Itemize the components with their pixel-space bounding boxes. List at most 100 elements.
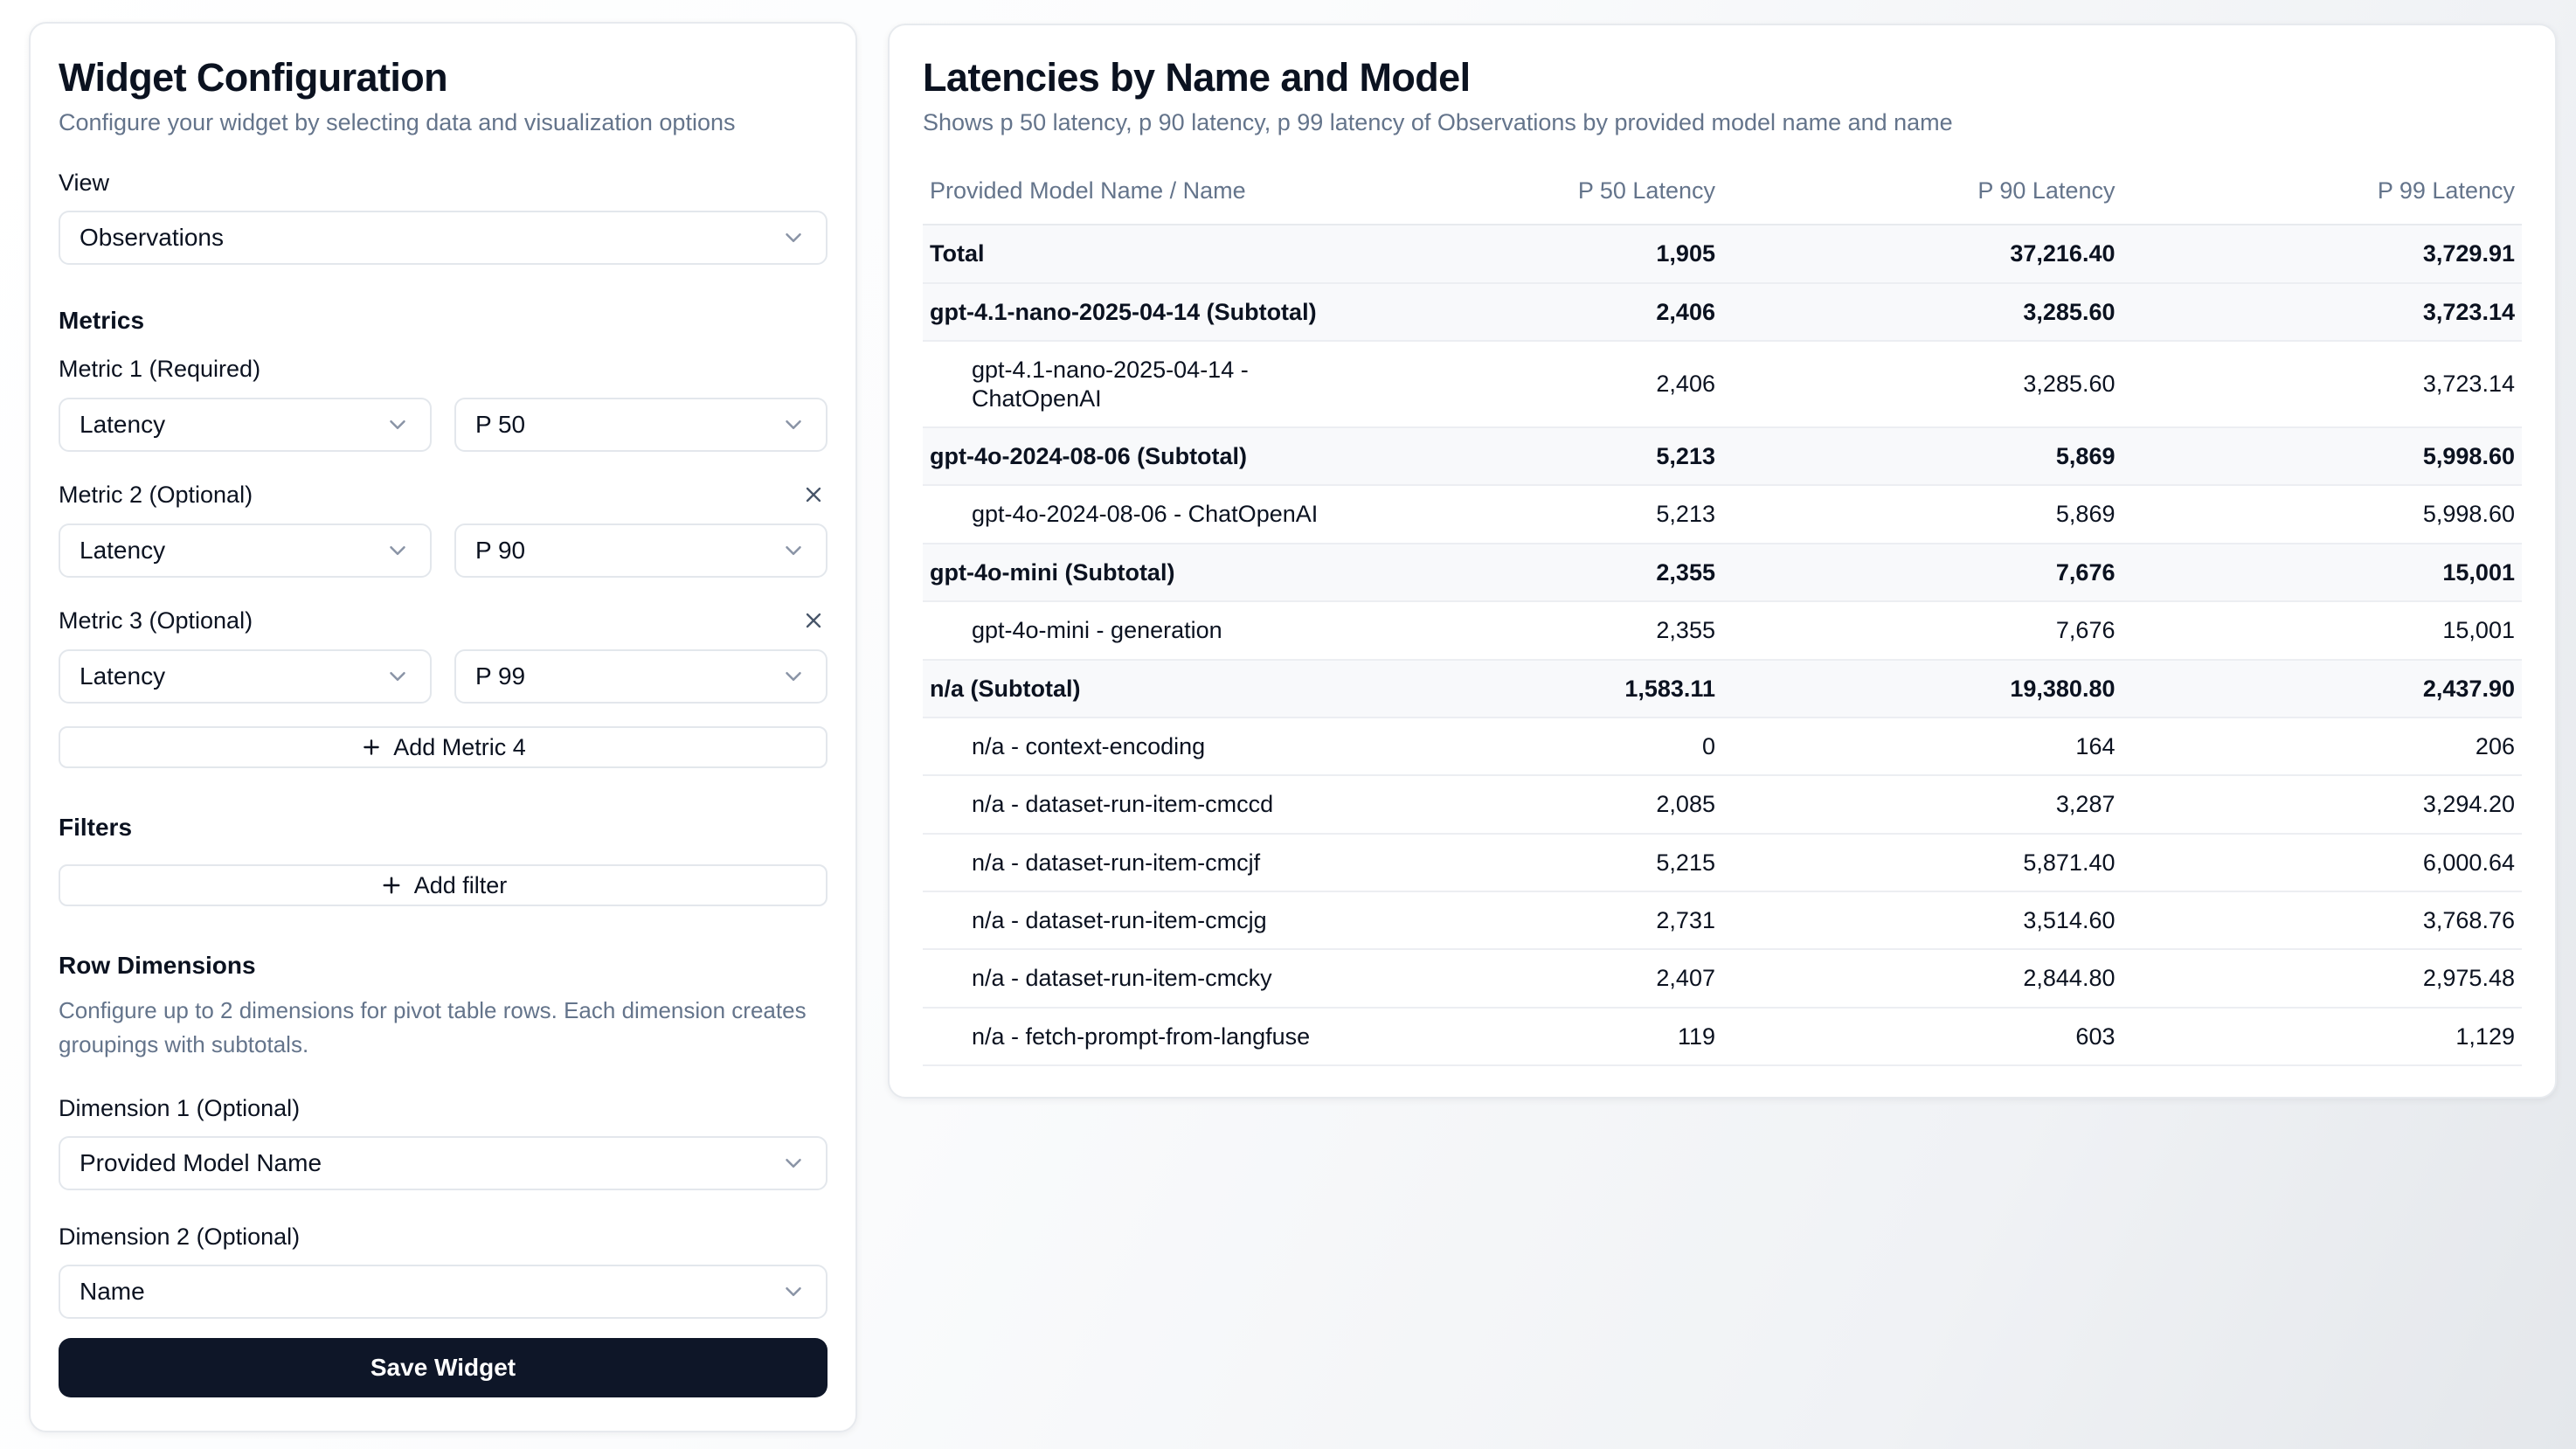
p90-latency-cell: 5,871.40 — [1722, 835, 2122, 891]
row-name-cell: n/a - fetch-prompt-from-langfuse — [923, 1009, 1418, 1064]
metric-label: Metric 1 (Required) — [59, 356, 260, 383]
p99-latency-cell: 3,723.14 — [2122, 284, 2522, 340]
row-name-cell: gpt-4o-mini - generation — [923, 602, 1418, 658]
p90-latency-cell: 5,869 — [1722, 486, 2122, 542]
table-row: n/a - dataset-run-item-cmcjg 2,731 3,514… — [923, 892, 2522, 950]
dimension2-select[interactable]: Name — [59, 1265, 828, 1319]
p50-latency-cell: 2,355 — [1418, 602, 1722, 658]
remove-metric-button[interactable] — [800, 607, 828, 634]
p99-latency-cell: 5,998.60 — [2122, 428, 2522, 484]
p99-latency-cell: 2,975.48 — [2122, 950, 2522, 1006]
metric-block: Metric 1 (Required) Latency P 50 — [59, 354, 828, 452]
chevron-down-icon — [780, 225, 807, 251]
metric-measure-select[interactable]: Latency — [59, 398, 432, 452]
p50-latency-cell: 2,406 — [1418, 356, 1722, 412]
view-select[interactable]: Observations — [59, 211, 828, 265]
p90-latency-cell: 5,869 — [1722, 428, 2122, 484]
table-row: n/a - dataset-run-item-cmcky 2,407 2,844… — [923, 950, 2522, 1008]
column-header: P 90 Latency — [1722, 177, 2122, 205]
column-header: P 99 Latency — [2122, 177, 2522, 205]
metric-measure-value: Latency — [80, 411, 165, 439]
table-row: gpt-4o-2024-08-06 - ChatOpenAI 5,213 5,8… — [923, 486, 2522, 544]
p99-latency-cell: 3,294.20 — [2122, 776, 2522, 832]
p50-latency-cell: 1,583.11 — [1418, 661, 1722, 717]
table-row: gpt-4.1-nano-2025-04-14 - ChatOpenAI 2,4… — [923, 342, 2522, 428]
chevron-down-icon — [780, 663, 807, 690]
row-dimensions-description: Configure up to 2 dimensions for pivot t… — [59, 994, 810, 1062]
table-header-row: Provided Model Name / Name P 50 Latency … — [923, 163, 2522, 225]
p50-latency-cell: 1,905 — [1418, 225, 1722, 281]
chevron-down-icon — [780, 537, 807, 564]
p90-latency-cell: 164 — [1722, 718, 2122, 774]
add-metric-button[interactable]: Add Metric 4 — [59, 726, 828, 768]
metric-measure-select[interactable]: Latency — [59, 649, 432, 704]
metric-label: Metric 3 (Optional) — [59, 607, 253, 634]
metric-block: Metric 2 (Optional) Latency P 90 — [59, 480, 828, 578]
add-filter-label: Add filter — [414, 872, 508, 899]
p50-latency-cell: 2,355 — [1418, 544, 1722, 600]
save-widget-button[interactable]: Save Widget — [59, 1338, 828, 1397]
p90-latency-cell: 7,676 — [1722, 602, 2122, 658]
metric-block: Metric 3 (Optional) Latency P 99 — [59, 606, 828, 704]
table-row: n/a - context-encoding 0 164 206 — [923, 718, 2522, 776]
add-filter-button[interactable]: Add filter — [59, 864, 828, 906]
p99-latency-cell: 15,001 — [2122, 544, 2522, 600]
column-header: P 50 Latency — [1418, 177, 1722, 205]
widget-configuration-panel: Widget Configuration Configure your widg… — [29, 22, 857, 1432]
dimension2-label: Dimension 2 (Optional) — [59, 1224, 828, 1251]
chevron-down-icon — [780, 412, 807, 438]
p50-latency-cell: 2,406 — [1418, 284, 1722, 340]
metric-measure-select[interactable]: Latency — [59, 523, 432, 578]
config-panel-subtitle: Configure your widget by selecting data … — [59, 109, 828, 136]
dimension1-value: Provided Model Name — [80, 1149, 322, 1177]
metrics-list: Metric 1 (Required) Latency P 50 — [59, 335, 828, 704]
table-row: gpt-4o-2024-08-06 (Subtotal) 5,213 5,869… — [923, 428, 2522, 486]
table-row: Total 1,905 37,216.40 3,729.91 — [923, 225, 2522, 283]
dimension2-value: Name — [80, 1278, 145, 1306]
p99-latency-cell: 6,000.64 — [2122, 835, 2522, 891]
table-row: n/a - dataset-run-item-cmccd 2,085 3,287… — [923, 776, 2522, 834]
row-name-cell: n/a - dataset-run-item-cmcky — [923, 950, 1418, 1006]
table-row: gpt-4o-mini - generation 2,355 7,676 15,… — [923, 602, 2522, 660]
metric-aggregation-select[interactable]: P 99 — [454, 649, 828, 704]
p50-latency-cell: 5,213 — [1418, 486, 1722, 542]
column-header: Provided Model Name / Name — [923, 177, 1418, 205]
p99-latency-cell: 5,998.60 — [2122, 486, 2522, 542]
metric-aggregation-select[interactable]: P 90 — [454, 523, 828, 578]
p99-latency-cell: 3,723.14 — [2122, 356, 2522, 412]
metric-aggregation-value: P 99 — [475, 662, 525, 690]
p90-latency-cell: 2,844.80 — [1722, 950, 2122, 1006]
metric-aggregation-select[interactable]: P 50 — [454, 398, 828, 452]
view-label: View — [59, 170, 828, 197]
p50-latency-cell: 5,215 — [1418, 835, 1722, 891]
preview-subtitle: Shows p 50 latency, p 90 latency, p 99 l… — [923, 109, 2522, 136]
x-icon — [801, 608, 826, 633]
row-name-cell: gpt-4o-2024-08-06 (Subtotal) — [923, 428, 1418, 484]
metrics-section-label: Metrics — [59, 307, 828, 335]
chevron-down-icon — [384, 663, 411, 690]
p90-latency-cell: 19,380.80 — [1722, 661, 2122, 717]
p99-latency-cell: 3,768.76 — [2122, 892, 2522, 948]
p90-latency-cell: 3,514.60 — [1722, 892, 2122, 948]
table-row: n/a - dataset-run-item-cmcjf 5,215 5,871… — [923, 835, 2522, 892]
table-row: gpt-4o-mini (Subtotal) 2,355 7,676 15,00… — [923, 544, 2522, 602]
table-row: n/a - fetch-prompt-from-langfuse 119 603… — [923, 1009, 2522, 1066]
p50-latency-cell: 119 — [1418, 1009, 1722, 1064]
chevron-down-icon — [384, 412, 411, 438]
x-icon — [801, 482, 826, 507]
row-name-cell: n/a - dataset-run-item-cmcjg — [923, 892, 1418, 948]
chevron-down-icon — [384, 537, 411, 564]
dimension1-label: Dimension 1 (Optional) — [59, 1095, 828, 1122]
remove-metric-button[interactable] — [800, 481, 828, 509]
p90-latency-cell: 37,216.40 — [1722, 225, 2122, 281]
dimension1-select[interactable]: Provided Model Name — [59, 1136, 828, 1190]
row-dimensions-label: Row Dimensions — [59, 952, 828, 980]
row-name-cell: n/a (Subtotal) — [923, 661, 1418, 717]
p50-latency-cell: 2,085 — [1418, 776, 1722, 832]
row-name-cell: n/a - dataset-run-item-cmcjf — [923, 835, 1418, 891]
row-name-cell: gpt-4o-mini (Subtotal) — [923, 544, 1418, 600]
widget-preview-panel: Latencies by Name and Model Shows p 50 l… — [888, 24, 2557, 1099]
metric-measure-value: Latency — [80, 662, 165, 690]
metric-label: Metric 2 (Optional) — [59, 482, 253, 509]
add-metric-label: Add Metric 4 — [393, 734, 526, 761]
